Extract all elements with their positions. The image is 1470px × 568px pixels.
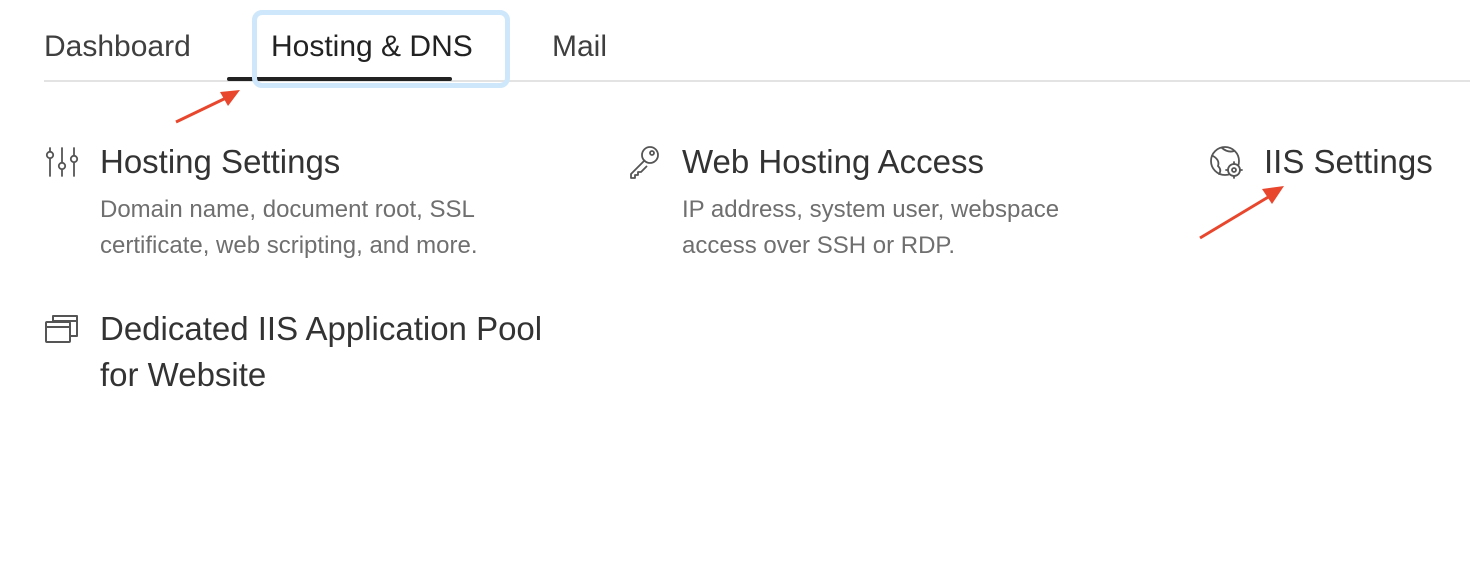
web-hosting-access-card: Web Hosting Access IP address, system us… xyxy=(626,140,1166,270)
iis-settings-link[interactable]: IIS Settings xyxy=(1264,140,1433,184)
key-icon xyxy=(626,144,662,180)
hosting-settings-card: Hosting Settings Domain name, document r… xyxy=(44,140,584,270)
hosting-settings-description: Domain name, document root, SSL certific… xyxy=(100,192,478,264)
annotation-arrows xyxy=(175,90,1284,240)
hosting-settings-desc-line-2: certificate, web scripting, and more. xyxy=(100,232,478,259)
application-pool-card: Dedicated IIS Application Pool for Websi… xyxy=(44,306,584,406)
web-hosting-access-link[interactable]: Web Hosting Access xyxy=(682,140,984,184)
active-tab-indicator xyxy=(227,77,452,81)
application-pool-link[interactable]: Dedicated IIS Application Pool for Websi… xyxy=(100,306,570,398)
tab-dashboard[interactable]: Dashboard xyxy=(44,30,191,64)
web-hosting-access-description: IP address, system user, webspace access… xyxy=(682,192,1059,264)
web-hosting-access-desc-line-2: access over SSH or RDP. xyxy=(682,232,955,259)
tab-hosting-dns[interactable]: Hosting & DNS xyxy=(271,30,473,64)
web-hosting-access-desc-line-1: IP address, system user, webspace xyxy=(682,196,1060,223)
sliders-icon xyxy=(44,144,80,180)
hosting-settings-link[interactable]: Hosting Settings xyxy=(100,140,340,184)
windows-stack-icon xyxy=(44,310,80,346)
annotation-arrow-tab xyxy=(175,90,240,124)
tab-bar: Dashboard Hosting & DNS Mail xyxy=(44,0,1470,82)
hosting-settings-desc-line-1: Domain name, document root, SSL xyxy=(100,196,475,223)
tab-mail[interactable]: Mail xyxy=(552,30,607,64)
globe-gear-icon xyxy=(1208,144,1244,180)
iis-settings-card: IIS Settings xyxy=(1208,140,1470,200)
